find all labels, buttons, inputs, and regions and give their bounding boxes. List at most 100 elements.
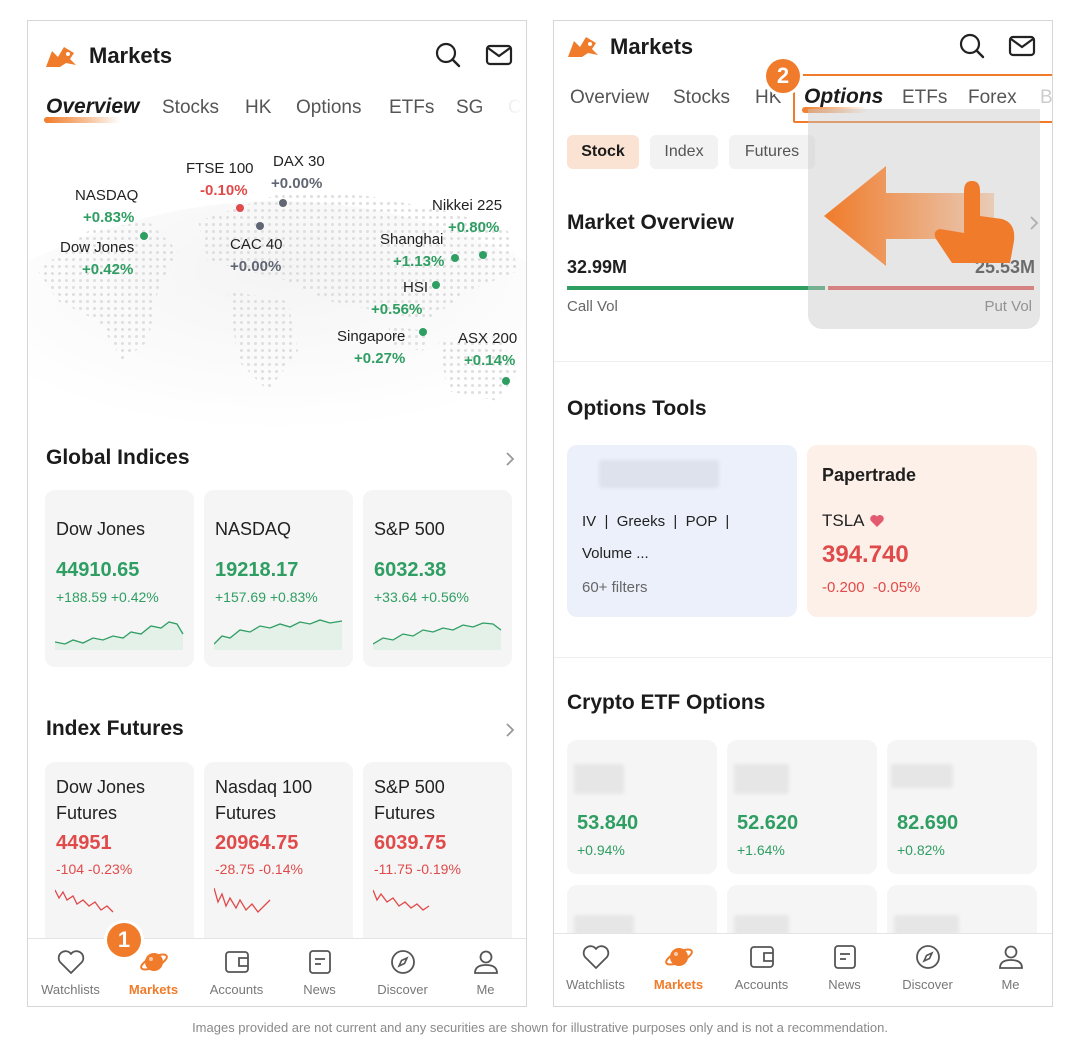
index-card-price: 44910.65 <box>56 559 140 581</box>
marker-dax-change: +0.00% <box>271 175 323 192</box>
crypto-etf-card[interactable]: 82.690 +0.82% <box>887 740 1037 874</box>
index-card-nasdaq[interactable]: NASDAQ 19218.17 +157.69 +0.83% <box>204 490 353 667</box>
nav-news[interactable]: News <box>278 947 361 997</box>
chip-stock[interactable]: Stock <box>567 135 639 169</box>
heart-icon <box>582 945 609 969</box>
wallet-icon <box>224 951 249 973</box>
search-icon[interactable] <box>434 41 462 69</box>
papertrade-title: Papertrade <box>822 465 917 485</box>
marker-nasdaq-label: NASDAQ <box>75 187 139 204</box>
futures-card-price: 44951 <box>56 832 112 854</box>
tab-options[interactable]: Options <box>296 97 361 119</box>
section-divider <box>554 361 1052 362</box>
marker-singapore-dot[interactable] <box>419 328 427 336</box>
blurred-symbol <box>574 915 634 935</box>
marker-cac-dot[interactable] <box>256 222 264 230</box>
index-card-sp500[interactable]: S&P 500 6032.38 +33.64 +0.56% <box>363 490 512 667</box>
search-icon[interactable] <box>958 32 986 60</box>
moomoo-logo-icon <box>568 37 598 57</box>
nav-label: Accounts <box>734 977 789 992</box>
nav-news[interactable]: News <box>803 942 886 992</box>
papertrade-card[interactable]: Papertrade TSLA 394.740 -0.200 -0.05% <box>807 445 1037 617</box>
index-card-change: +33.64 +0.56% <box>374 589 469 605</box>
moomoo-logo-icon <box>46 47 76 67</box>
nav-discover[interactable]: Discover <box>886 942 969 992</box>
futures-card-sp500[interactable]: S&P 500 Futures 6039.75 -11.75 -0.19% <box>363 762 512 952</box>
index-card-name: Dow Jones <box>56 519 146 539</box>
tab-overview[interactable]: Overview <box>43 95 139 123</box>
futures-card-name: Nasdaq 100 Futures <box>215 777 313 823</box>
crypto-etf-price: 53.840 <box>577 812 639 834</box>
marker-shanghai-label: Shanghai <box>380 231 444 248</box>
chip-futures[interactable]: Futures <box>729 135 815 169</box>
tab-etfs[interactable]: ETFs <box>389 97 434 119</box>
marker-ftse-dot[interactable] <box>236 204 244 212</box>
mail-icon[interactable] <box>485 41 513 69</box>
compass-icon <box>390 950 415 974</box>
nav-accounts[interactable]: Accounts <box>720 942 803 992</box>
crypto-etf-card[interactable]: 53.840 +0.94% <box>567 740 717 874</box>
sparkline-chart <box>55 621 184 650</box>
left-phone-screen: Markets Overview Stocks HK Options ETFs … <box>27 20 527 1007</box>
index-card-change: +188.59 +0.42% <box>56 589 159 605</box>
index-card-price: 6032.38 <box>374 559 447 581</box>
papertrade-symbol: TSLA <box>822 511 865 530</box>
nav-watchlists[interactable]: Watchlists <box>554 942 637 992</box>
nav-accounts[interactable]: Accounts <box>195 947 278 997</box>
chevron-right-icon[interactable] <box>504 451 516 467</box>
marker-nikkei-dot[interactable] <box>479 251 487 259</box>
nav-label: Me <box>1001 977 1020 992</box>
marker-dowjones-label: Dow Jones <box>60 239 135 256</box>
nav-markets[interactable]: Markets <box>637 942 720 992</box>
mail-icon[interactable] <box>1008 32 1036 60</box>
marker-shanghai-dot[interactable] <box>451 254 459 262</box>
tab-overview[interactable]: Overview <box>570 87 649 109</box>
tab-hk[interactable]: HK <box>245 97 271 119</box>
sparkline-chart <box>214 887 271 913</box>
nav-label: Discover <box>902 977 953 992</box>
index-card-dowjones[interactable]: Dow Jones 44910.65 +188.59 +0.42% <box>45 490 194 667</box>
chevron-right-icon[interactable] <box>504 722 516 738</box>
blurred-symbol <box>891 764 953 788</box>
screener-features: IV | Greeks | POP | <box>582 513 730 530</box>
marker-hsi-label: HSI <box>403 279 429 296</box>
marker-asx-change: +0.14% <box>464 352 516 369</box>
tab-stocks[interactable]: Stocks <box>162 97 219 119</box>
marker-ftse-label: FTSE 100 <box>186 160 254 177</box>
nav-watchlists[interactable]: Watchlists <box>29 947 112 997</box>
chip-index[interactable]: Index <box>650 135 718 169</box>
tab-fade <box>476 91 526 127</box>
nav-discover[interactable]: Discover <box>361 947 444 997</box>
person-icon <box>998 945 1023 969</box>
index-card-price: 19218.17 <box>215 559 299 581</box>
news-icon <box>833 945 856 969</box>
market-overview-title: Market Overview <box>567 211 734 234</box>
futures-card-change: -104 -0.23% <box>56 861 133 877</box>
marker-nikkei-change: +0.80% <box>448 219 500 236</box>
marker-asx-label: ASX 200 <box>458 330 518 347</box>
futures-card-name: Dow Jones Futures <box>56 777 146 823</box>
global-indices-title: Global Indices <box>46 446 190 469</box>
nav-me[interactable]: Me <box>969 942 1052 992</box>
nav-me[interactable]: Me <box>444 947 526 997</box>
marker-hsi-dot[interactable] <box>432 281 440 289</box>
marker-nasdaq-dot[interactable] <box>140 232 148 240</box>
marker-dax-dot[interactable] <box>279 199 287 207</box>
futures-card-nasdaq100[interactable]: Nasdaq 100 Futures 20964.75 -28.75 -0.14… <box>204 762 353 952</box>
sparkline-chart <box>373 889 430 911</box>
section-divider <box>554 657 1052 658</box>
marker-ftse-change: -0.10% <box>200 182 248 199</box>
futures-card-name: S&P 500 Futures <box>374 777 445 823</box>
index-futures-title: Index Futures <box>46 717 184 740</box>
call-volume-label: Call Vol <box>567 298 618 315</box>
marker-asx-dot[interactable] <box>502 377 510 385</box>
marker-nikkei-label: Nikkei 225 <box>432 197 503 214</box>
crypto-etf-price: 52.620 <box>737 812 799 834</box>
crypto-etf-card[interactable]: 52.620 +1.64% <box>727 740 877 874</box>
crypto-etf-change: +0.94% <box>577 842 625 858</box>
crypto-etf-change: +1.64% <box>737 842 785 858</box>
futures-card-price: 20964.75 <box>215 832 299 854</box>
person-icon <box>473 950 498 974</box>
option-screener-card[interactable]: IV | Greeks | POP | Volume ... 60+ filte… <box>567 445 797 617</box>
tab-stocks[interactable]: Stocks <box>673 87 730 109</box>
